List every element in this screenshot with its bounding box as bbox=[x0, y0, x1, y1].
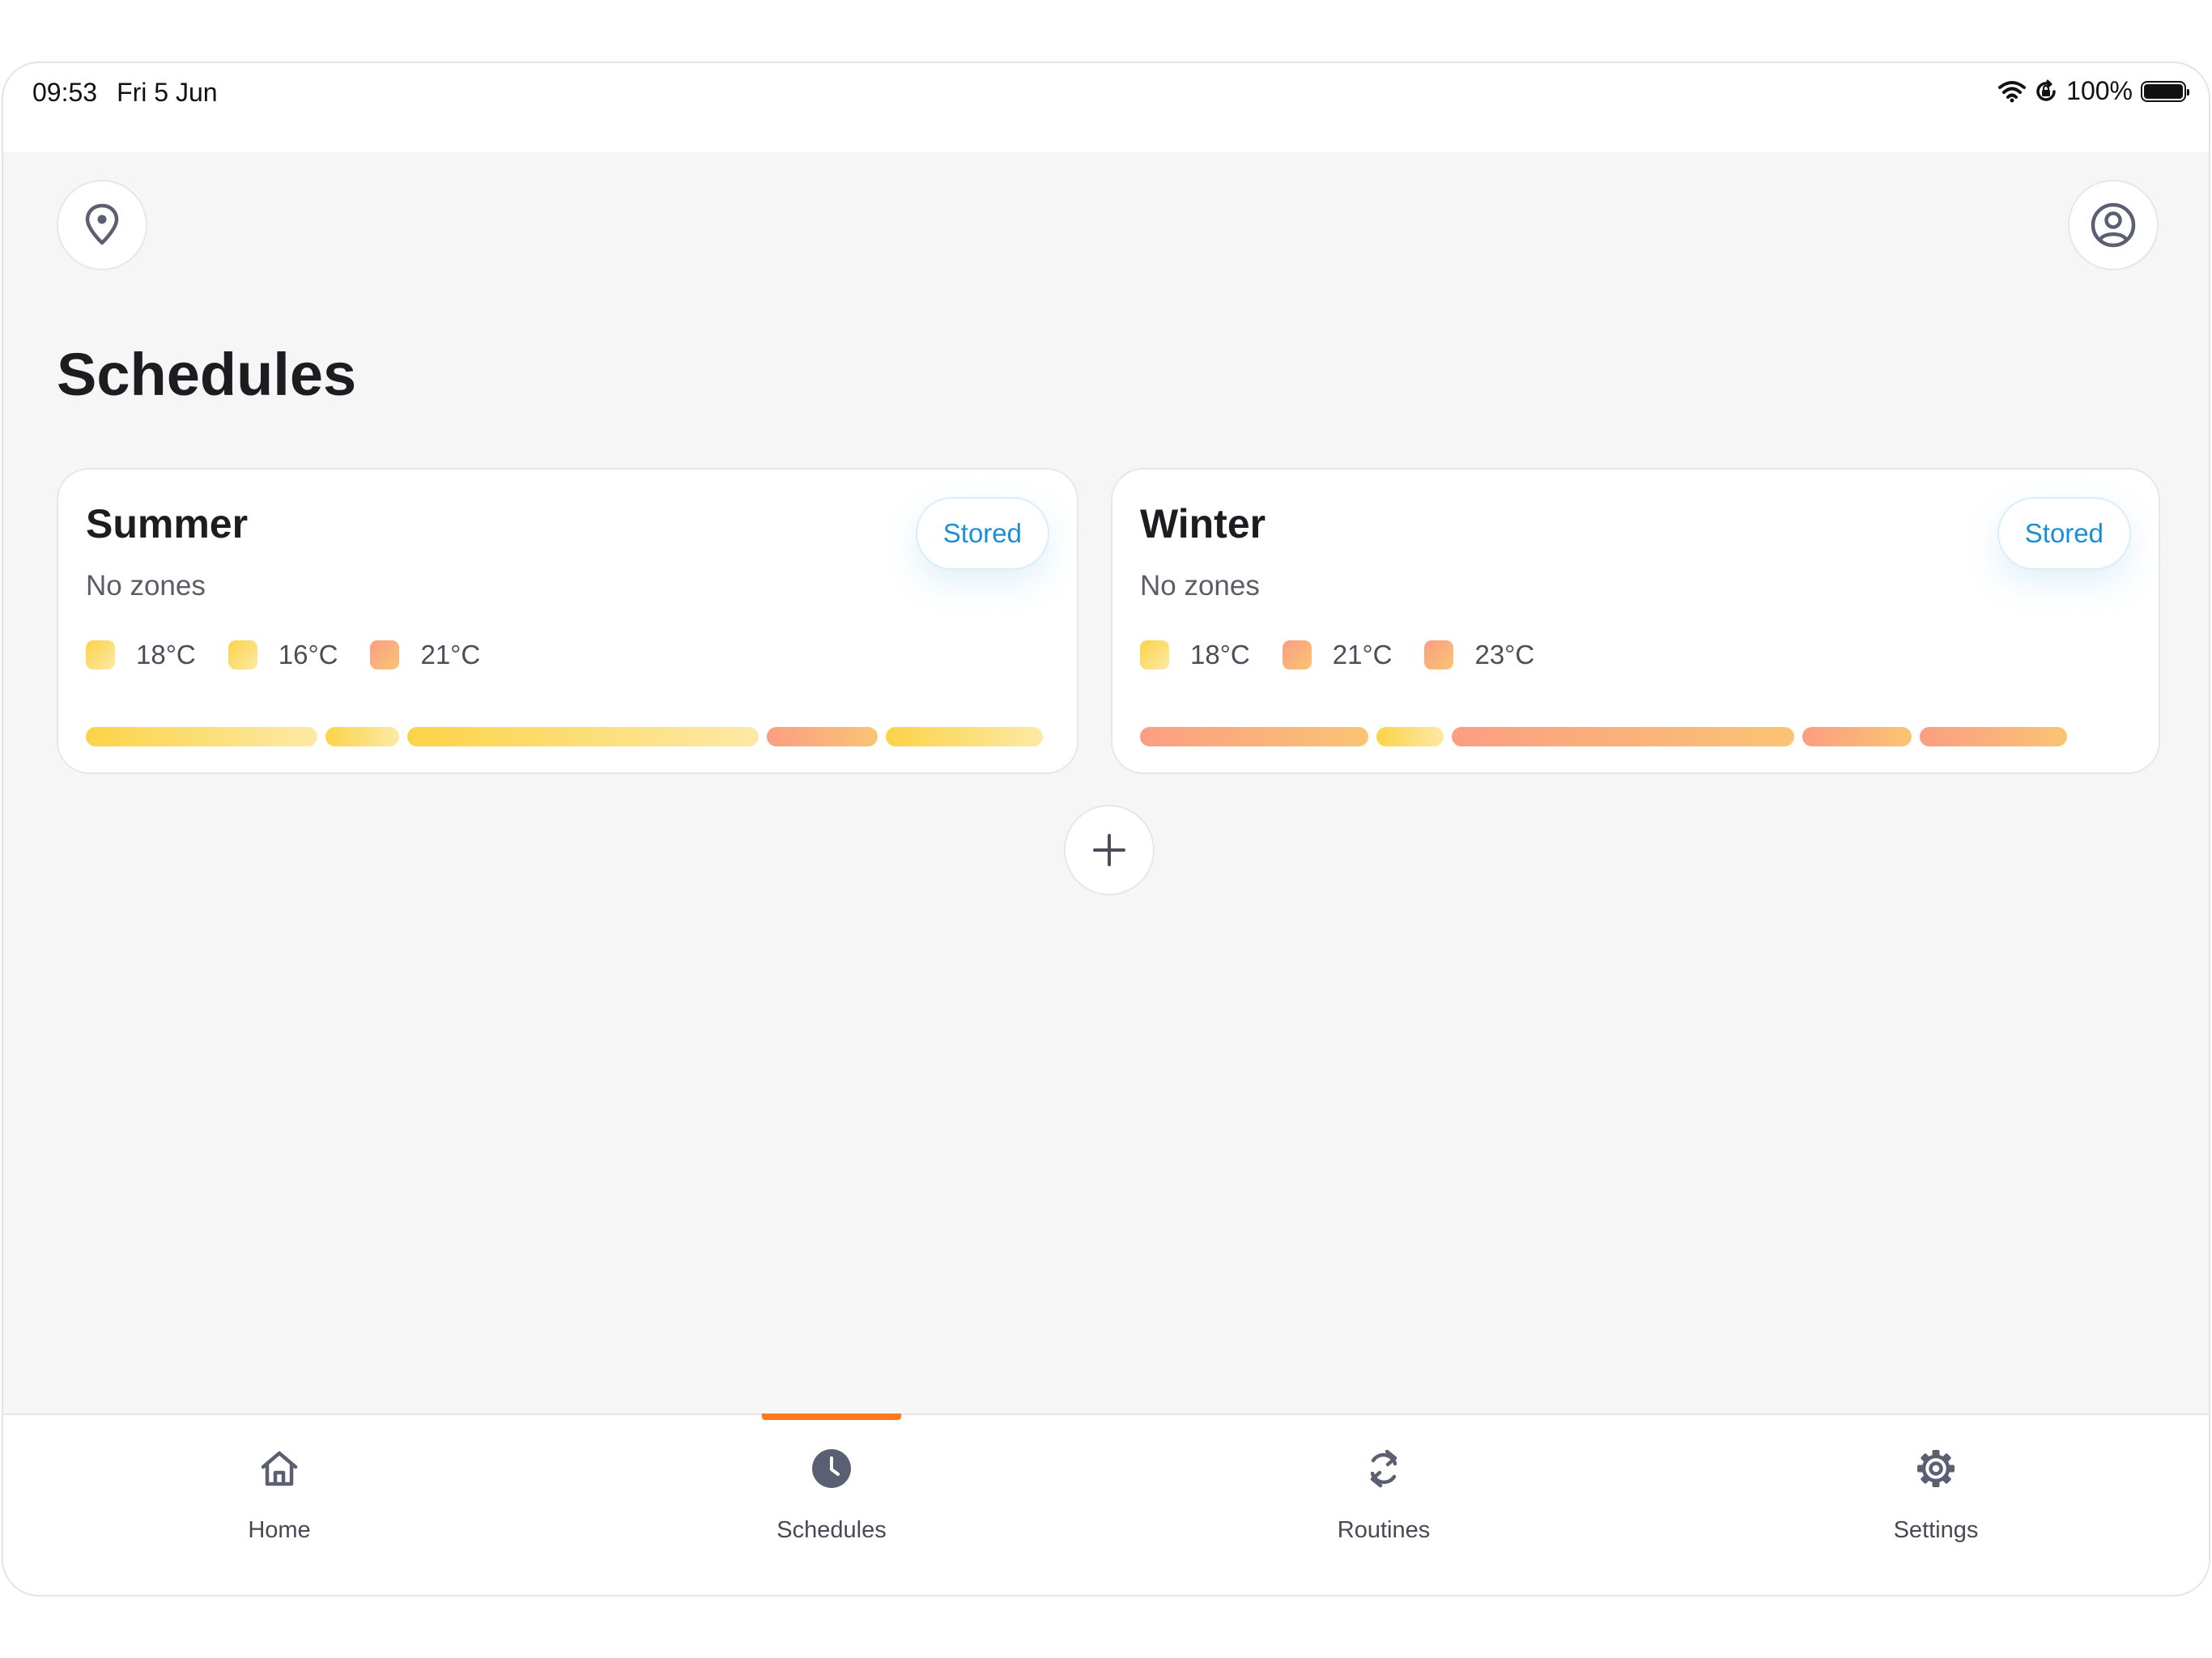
gear-icon bbox=[1913, 1446, 1959, 1491]
timeline-segment bbox=[406, 727, 759, 746]
legend-swatch bbox=[1282, 640, 1312, 670]
schedule-zones: No zones bbox=[86, 570, 206, 602]
tab-label: Routines bbox=[1337, 1517, 1431, 1543]
schedule-timeline bbox=[86, 727, 1043, 746]
status-date: Fri 5 Jun bbox=[117, 78, 218, 107]
tab-settings[interactable]: Settings bbox=[1774, 1415, 2098, 1595]
legend-swatch bbox=[86, 640, 115, 670]
legend-item: 21°C bbox=[370, 640, 480, 670]
device-frame: 09:53 Fri 5 Jun 100% Schedules Summer No… bbox=[2, 62, 2210, 1596]
timeline-segment bbox=[325, 727, 399, 746]
status-bar: 09:53 Fri 5 Jun 100% bbox=[3, 63, 2209, 152]
legend-label: 18°C bbox=[1190, 640, 1250, 670]
timeline-segment bbox=[86, 727, 317, 746]
legend-swatch bbox=[1140, 640, 1169, 670]
legend-item: 18°C bbox=[86, 640, 196, 670]
tab-routines[interactable]: Routines bbox=[1222, 1415, 1546, 1595]
plus-icon bbox=[1093, 834, 1125, 866]
wifi-icon bbox=[1998, 80, 2027, 102]
page-title: Schedules bbox=[57, 341, 357, 408]
legend-label: 21°C bbox=[420, 640, 481, 670]
user-circle-icon bbox=[2091, 202, 2136, 248]
legend-label: 21°C bbox=[1332, 640, 1393, 670]
timeline-segment bbox=[1451, 727, 1794, 746]
legend-item: 21°C bbox=[1282, 640, 1393, 670]
legend-item: 16°C bbox=[228, 640, 338, 670]
timeline-segment bbox=[766, 727, 878, 746]
tab-label: Schedules bbox=[776, 1517, 887, 1543]
battery-percent: 100% bbox=[2066, 76, 2133, 105]
legend-label: 23°C bbox=[1474, 640, 1535, 670]
schedule-name: Winter bbox=[1140, 501, 1266, 546]
legend-swatch bbox=[1424, 640, 1454, 670]
timeline-segment bbox=[885, 727, 1043, 746]
clock-icon bbox=[809, 1446, 854, 1491]
schedule-card-summer[interactable]: Summer No zones Stored 18°C 16°C 21°C bbox=[57, 468, 1078, 774]
timeline-segment bbox=[1376, 727, 1444, 746]
map-pin-icon bbox=[85, 203, 119, 245]
legend-swatch bbox=[228, 640, 257, 670]
stored-button[interactable]: Stored bbox=[1997, 497, 2131, 570]
schedule-zones: No zones bbox=[1140, 570, 1260, 602]
status-time: 09:53 bbox=[32, 78, 98, 107]
legend-label: 18°C bbox=[136, 640, 196, 670]
temperature-legend: 18°C 16°C 21°C bbox=[86, 640, 480, 670]
battery-icon bbox=[2141, 80, 2189, 102]
legend-item: 18°C bbox=[1140, 640, 1250, 670]
temperature-legend: 18°C 21°C 23°C bbox=[1140, 640, 1534, 670]
legend-label: 16°C bbox=[278, 640, 338, 670]
tab-home[interactable]: Home bbox=[117, 1415, 441, 1595]
refresh-icon bbox=[1361, 1446, 1406, 1491]
home-icon bbox=[257, 1446, 302, 1491]
tab-label: Settings bbox=[1893, 1517, 1979, 1543]
schedule-name: Summer bbox=[86, 501, 249, 546]
stored-button[interactable]: Stored bbox=[915, 497, 1049, 570]
timeline-segment bbox=[1140, 727, 1369, 746]
status-time-date: 09:53 Fri 5 Jun bbox=[32, 78, 218, 108]
schedule-timeline bbox=[1140, 727, 2125, 746]
timeline-segment bbox=[1920, 727, 2068, 746]
active-tab-indicator bbox=[762, 1414, 901, 1420]
orientation-lock-icon bbox=[2036, 79, 2056, 101]
legend-item: 23°C bbox=[1424, 640, 1534, 670]
location-button[interactable] bbox=[57, 180, 147, 270]
profile-button[interactable] bbox=[2068, 180, 2159, 270]
legend-swatch bbox=[370, 640, 400, 670]
tab-label: Home bbox=[248, 1517, 311, 1543]
tab-bar: Home Schedules Routines Settings bbox=[3, 1414, 2209, 1595]
schedule-card-winter[interactable]: Winter No zones Stored 18°C 21°C 23°C bbox=[1111, 468, 2160, 774]
add-schedule-button[interactable] bbox=[1064, 805, 1155, 895]
timeline-segment bbox=[1802, 727, 1912, 746]
status-indicators: 100% bbox=[1998, 76, 2189, 106]
tab-schedules[interactable]: Schedules bbox=[670, 1414, 993, 1595]
